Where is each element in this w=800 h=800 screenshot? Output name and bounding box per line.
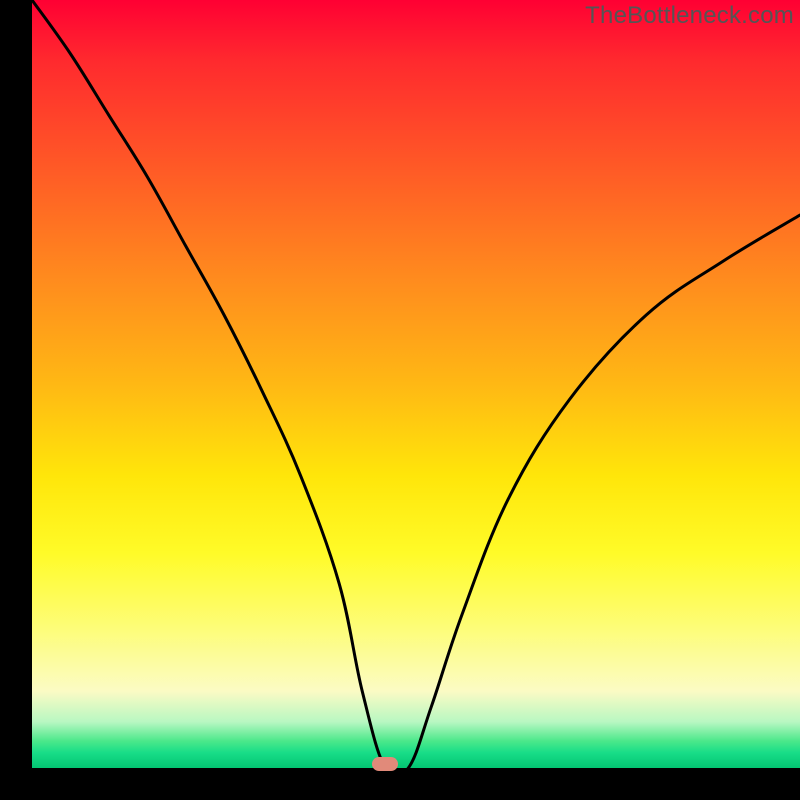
chart-frame: TheBottleneck.com: [0, 0, 800, 800]
curve-svg: [32, 0, 800, 768]
bottleneck-curve: [32, 0, 800, 768]
optimum-marker: [372, 757, 398, 771]
plot-area: TheBottleneck.com: [32, 0, 800, 768]
